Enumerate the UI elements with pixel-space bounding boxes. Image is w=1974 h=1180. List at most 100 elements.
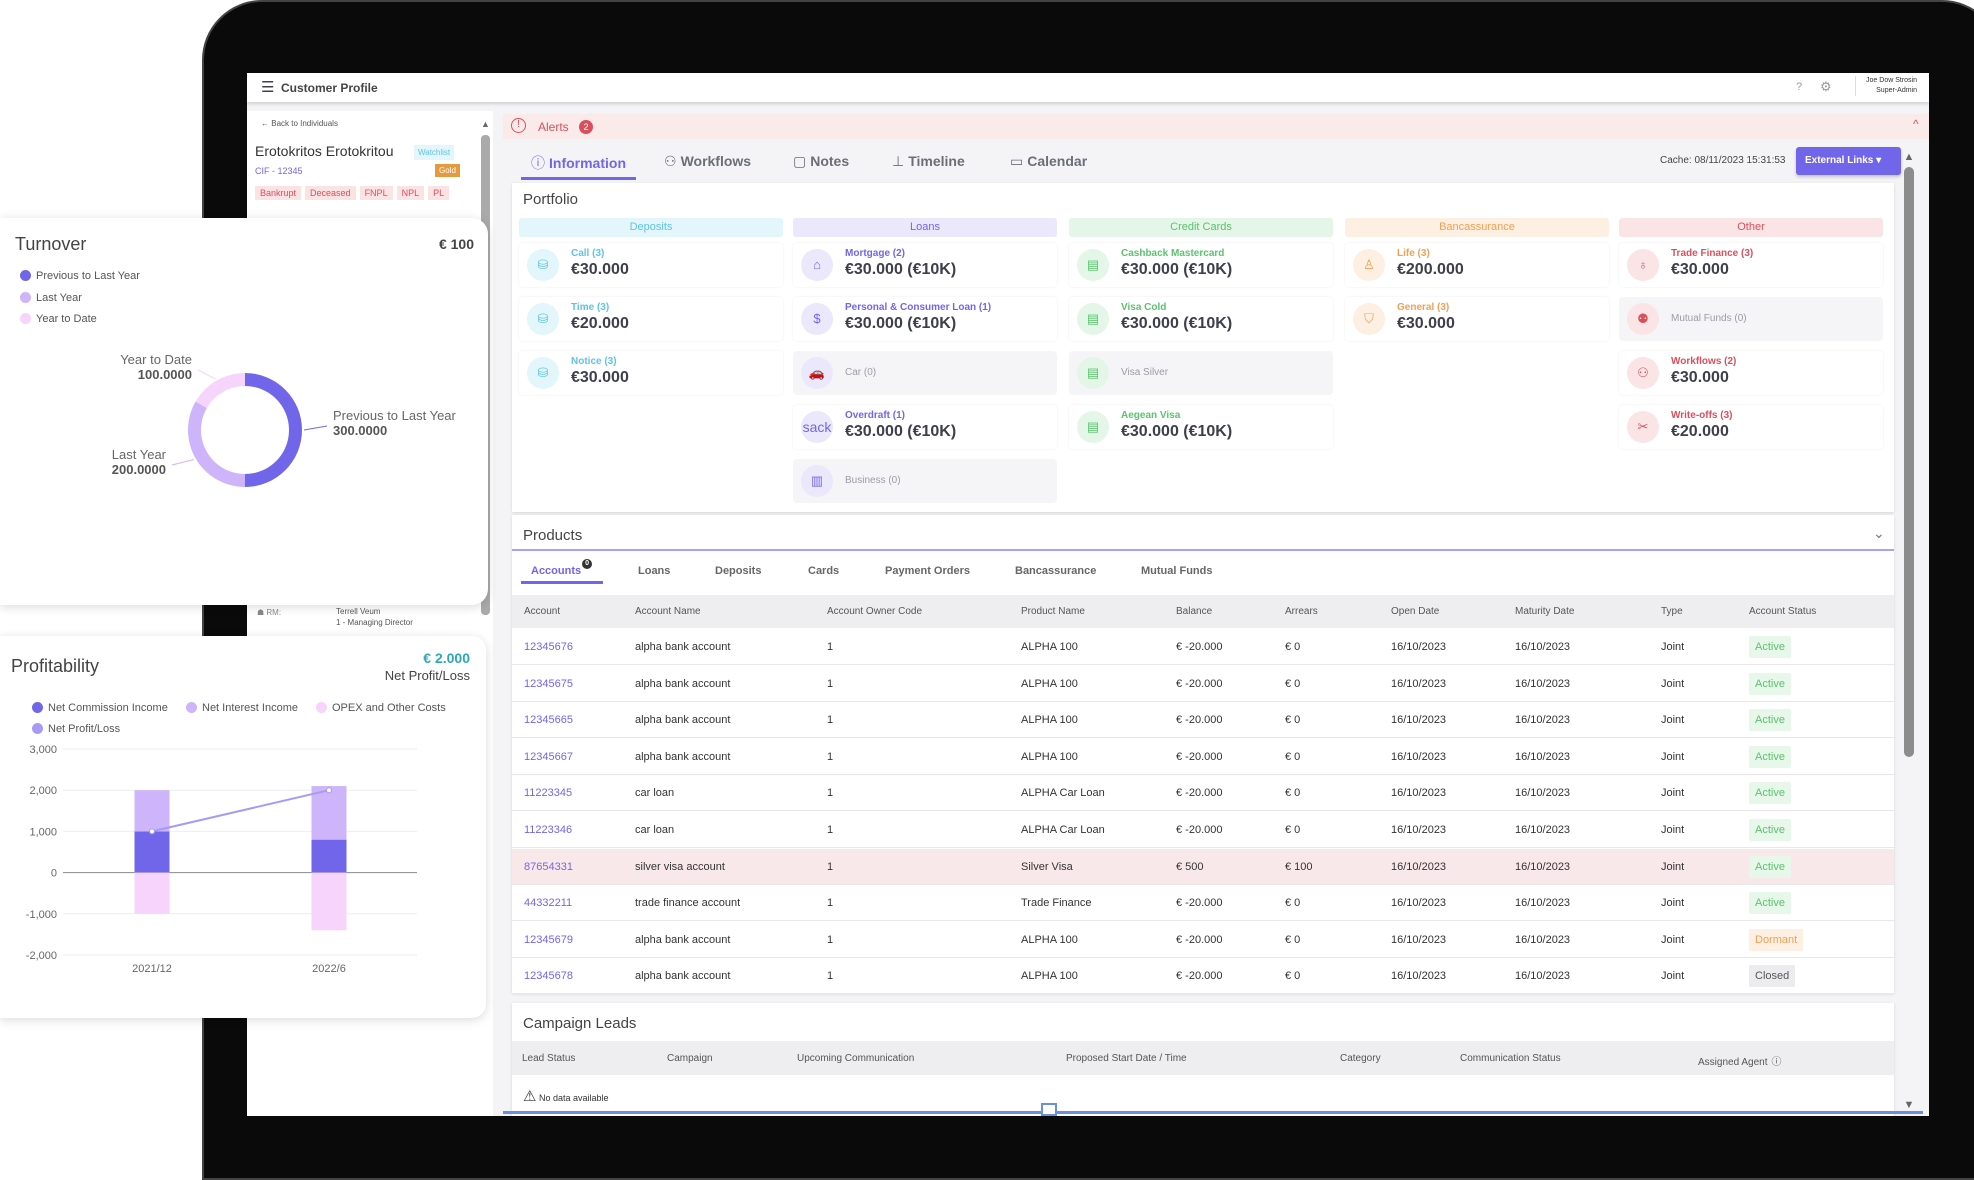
column-header-account[interactable]: Account bbox=[524, 606, 560, 617]
account-link[interactable]: 12345675 bbox=[524, 678, 573, 690]
subtab-payment-orders[interactable]: Payment Orders bbox=[885, 565, 970, 577]
portfolio-item-call-3[interactable]: ⛁ Call (3) €30.000 bbox=[519, 243, 783, 287]
gear-icon[interactable]: ⚙ bbox=[1820, 79, 1832, 95]
scroll-thumb[interactable] bbox=[1904, 167, 1914, 757]
subtab-bancassurance[interactable]: Bancassurance bbox=[1015, 565, 1096, 577]
bar-net-commission-income bbox=[311, 839, 347, 873]
portfolio-item-personal-consumer-loan-1[interactable]: $ Personal & Consumer Loan (1) €30.000 (€1… bbox=[793, 297, 1057, 341]
column-header-arrears[interactable]: Arrears bbox=[1285, 606, 1318, 617]
column-header-account-name[interactable]: Account Name bbox=[635, 606, 701, 617]
account-link[interactable]: 11223345 bbox=[524, 787, 572, 799]
collapse-chevron-icon[interactable]: ^ bbox=[1913, 117, 1919, 131]
table-row[interactable]: 12345678 alpha bank account 1 ALPHA 100 € -2… bbox=[512, 958, 1894, 995]
campaign-column-campaign[interactable]: Campaign bbox=[667, 1053, 713, 1064]
campaign-leads-card: Campaign Leads Lead Status Campaign Upcomi… bbox=[512, 1003, 1894, 1116]
main-scrollbar[interactable]: ▲ ▼ bbox=[1901, 151, 1917, 1111]
portfolio-item-mutual-funds-0[interactable]: ⚉ Mutual Funds (0) bbox=[1619, 297, 1883, 341]
account-link[interactable]: 12345676 bbox=[524, 641, 573, 653]
portfolio-item-cashback-mastercard[interactable]: ▤ Cashback Mastercard €30.000 (€10K) bbox=[1069, 243, 1333, 287]
portfolio-item-visa-cold[interactable]: ▤ Visa Cold €30.000 (€10K) bbox=[1069, 297, 1333, 341]
cell-account-name: trade finance account bbox=[635, 897, 741, 910]
tab-timeline[interactable]: ⊥ Timeline bbox=[892, 153, 965, 170]
table-row[interactable]: 12345675 alpha bank account 1 ALPHA 100 € -2… bbox=[512, 666, 1894, 702]
table-row[interactable]: 44332211 trade finance account 1 Trade Fina… bbox=[512, 885, 1894, 922]
table-row[interactable]: 12345667 alpha bank account 1 ALPHA 100 € -2… bbox=[512, 739, 1894, 775]
portfolio-item-notice-3[interactable]: ⛁ Notice (3) €30.000 bbox=[519, 351, 783, 395]
tab-information[interactable]: ⓘ Information bbox=[521, 153, 636, 180]
column-header-account-owner-code[interactable]: Account Owner Code bbox=[827, 606, 922, 617]
table-row[interactable]: 11223346 car loan 1 ALPHA Car Loan € -20.000… bbox=[512, 812, 1894, 848]
table-row[interactable]: 11223345 car loan 1 ALPHA Car Loan € -20.000… bbox=[512, 775, 1894, 812]
portfolio-item-aegean-visa[interactable]: ▤ Aegean Visa €30.000 (€10K) bbox=[1069, 405, 1333, 449]
subtab-cards[interactable]: Cards bbox=[808, 565, 839, 577]
subtab-loans[interactable]: Loans bbox=[638, 565, 670, 577]
portfolio-item-overdraft-1[interactable]: sack Overdraft (1) €30.000 (€10K) bbox=[793, 405, 1057, 449]
portfolio-item-life-3[interactable]: ♙ Life (3) €200.000 bbox=[1345, 243, 1609, 287]
subtab-deposits[interactable]: Deposits bbox=[715, 565, 761, 577]
portfolio-item-visa-silver[interactable]: ▤ Visa Silver bbox=[1069, 351, 1333, 395]
campaign-column-category[interactable]: Category bbox=[1340, 1053, 1381, 1064]
column-header-product-name[interactable]: Product Name bbox=[1021, 606, 1085, 617]
table-row[interactable]: 12345679 alpha bank account 1 ALPHA 100 € -2… bbox=[512, 922, 1894, 958]
campaign-column-communication-status[interactable]: Communication Status bbox=[1460, 1053, 1561, 1064]
tab-notes[interactable]: ▢ Notes bbox=[793, 153, 849, 170]
table-row[interactable]: 12345676 alpha bank account 1 ALPHA 100 € -2… bbox=[512, 629, 1894, 665]
line-net-profit-loss bbox=[151, 789, 330, 833]
portfolio-item-value: €30.000 bbox=[1397, 315, 1455, 332]
cell-account-name: alpha bank account bbox=[635, 970, 731, 983]
campaign-column-upcoming-communication[interactable]: Upcoming Communication bbox=[797, 1053, 914, 1064]
column-header-balance[interactable]: Balance bbox=[1176, 606, 1212, 617]
bar-net-interest-income bbox=[311, 786, 347, 840]
portfolio-item-label: Mortgage (2) bbox=[845, 248, 905, 259]
portfolio-item-workflows-2[interactable]: ⚇ Workflows (2) €30.000 bbox=[1619, 351, 1883, 395]
portfolio-item-general-3[interactable]: ⛉ General (3) €30.000 bbox=[1345, 297, 1609, 341]
chevron-down-icon[interactable]: ⌄ bbox=[1873, 525, 1885, 542]
alerts-bar[interactable]: ! Alerts 2 ^ bbox=[503, 114, 1929, 139]
portfolio-item-business-0[interactable]: ▥ Business (0) bbox=[793, 459, 1057, 503]
account-link[interactable]: 12345679 bbox=[524, 934, 573, 946]
campaign-column-lead-status[interactable]: Lead Status bbox=[522, 1053, 575, 1064]
account-link[interactable]: 12345665 bbox=[524, 714, 573, 726]
resize-bar[interactable] bbox=[503, 1111, 1923, 1114]
external-links-button[interactable]: External Links ▾ bbox=[1796, 147, 1901, 175]
table-row[interactable]: 12345665 alpha bank account 1 ALPHA 100 € -2… bbox=[512, 702, 1894, 739]
portfolio-item-label: Visa Cold bbox=[1121, 302, 1167, 313]
subtab-mutual-funds[interactable]: Mutual Funds bbox=[1141, 565, 1213, 577]
campaign-column-assigned-agent[interactable]: Assigned Agent ⓘ bbox=[1698, 1053, 1782, 1068]
portfolio-item-trade-finance-3[interactable]: ♁ Trade Finance (3) €30.000 bbox=[1619, 243, 1883, 287]
account-link[interactable]: 12345678 bbox=[524, 970, 573, 982]
column-header-open-date[interactable]: Open Date bbox=[1391, 606, 1439, 617]
scroll-down-icon[interactable]: ▼ bbox=[1901, 1099, 1917, 1111]
account-link[interactable]: 12345667 bbox=[524, 751, 573, 763]
leader-line bbox=[197, 369, 216, 380]
hamburger-icon[interactable]: ☰ bbox=[261, 78, 274, 96]
resize-handle[interactable] bbox=[1041, 1103, 1057, 1116]
scroll-up-icon[interactable]: ▲ bbox=[1901, 151, 1917, 163]
subtab-accounts[interactable]: Accounts 0 bbox=[521, 559, 604, 584]
column-header-maturity-date[interactable]: Maturity Date bbox=[1515, 606, 1574, 617]
alerts-count-badge: 2 bbox=[579, 120, 593, 134]
column-header-account-status[interactable]: Account Status bbox=[1749, 606, 1816, 617]
status-badge: Active bbox=[1749, 636, 1791, 658]
cell-balance: € -20.000 bbox=[1176, 750, 1223, 763]
portfolio-item-write-offs-3[interactable]: ✂ Write-offs (3) €20.000 bbox=[1619, 405, 1883, 449]
account-link[interactable]: 87654331 bbox=[524, 861, 573, 873]
tab-calendar[interactable]: ▭ Calendar bbox=[1010, 153, 1087, 170]
tab-workflows[interactable]: ⚇ Workflows bbox=[664, 153, 751, 170]
cell-product-name: ALPHA 100 bbox=[1021, 677, 1078, 690]
column-header-type[interactable]: Type bbox=[1661, 606, 1683, 617]
portfolio-item-time-3[interactable]: ⛁ Time (3) €20.000 bbox=[519, 297, 783, 341]
scroll-up-icon[interactable]: ▲ bbox=[481, 119, 490, 129]
rm-role: 1 - Managing Director bbox=[336, 618, 413, 627]
campaign-column-proposed-start-date-time[interactable]: Proposed Start Date / Time bbox=[1066, 1053, 1187, 1064]
card-icon: ▤ bbox=[1077, 303, 1109, 335]
portfolio-item-mortgage-2[interactable]: ⌂ Mortgage (2) €30.000 (€10K) bbox=[793, 243, 1057, 287]
table-row[interactable]: 87654331 silver visa account 1 Silver Visa €… bbox=[512, 848, 1894, 885]
help-icon[interactable]: ? bbox=[1796, 81, 1802, 93]
watchlist-badge: Watchlist bbox=[414, 145, 455, 160]
account-link[interactable]: 11223346 bbox=[524, 824, 572, 836]
account-link[interactable]: 44332211 bbox=[524, 897, 572, 909]
portfolio-item-car-0[interactable]: 🚗 Car (0) bbox=[793, 351, 1057, 395]
back-link[interactable]: ← Back to Individuals bbox=[261, 119, 338, 128]
user-menu[interactable]: Joe Dow Strosin Super-Admin bbox=[1855, 76, 1917, 96]
